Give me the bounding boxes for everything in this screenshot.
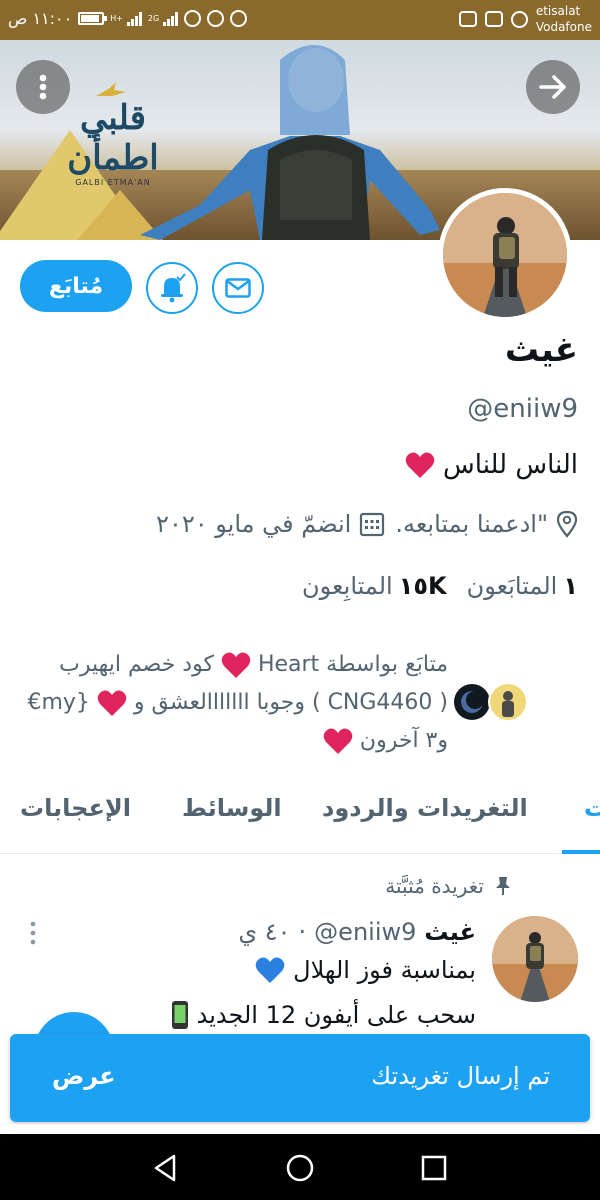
followers-count: ١٥K (398, 572, 447, 600)
mini-avatar (452, 682, 492, 722)
bio: الناس للناس (405, 450, 578, 480)
status-bar-left: ١١:٠٠ ص H+ 2G (8, 9, 248, 28)
pinned-label: تغريدة مُثبَّتة (385, 874, 512, 898)
avatar-image (443, 193, 567, 317)
heart-icon (323, 728, 353, 754)
tweet-text-1: بمناسبة فوز الهلال (293, 956, 476, 984)
more-vertical-icon (39, 74, 47, 100)
bell-check-icon (161, 273, 186, 303)
location: "ادعمنا بمتابعه. (395, 510, 578, 538)
pin-icon (496, 877, 510, 895)
more-options-button[interactable] (16, 60, 70, 114)
following-button[interactable]: مُتابَع (20, 260, 132, 312)
toast-message: تم إرسال تغريدتك (371, 1062, 550, 1090)
home-circle-icon[interactable] (284, 1152, 316, 1184)
network-type-1: H+ (110, 13, 123, 23)
followed-by-text-5: و٣ آخرون (359, 728, 448, 753)
back-button[interactable] (526, 60, 580, 114)
followers-label: المتابِعون (302, 572, 393, 600)
display-name: غيث (504, 330, 578, 370)
tweet-text-2: سحب على أيفون 12 الجديد (196, 1001, 476, 1029)
tab-tweets-replies[interactable]: التغريدات والردود (322, 794, 528, 822)
back-triangle-icon[interactable] (150, 1152, 182, 1184)
tweet-text-line-1: بمناسبة فوز الهلال (255, 956, 476, 984)
status-bar: ١١:٠٠ ص H+ 2G etisalat Vodafone (0, 0, 600, 40)
gallery-icon (458, 11, 477, 27)
join-date: انضمّ في مايو ٢٠٢٠ (156, 510, 385, 538)
carrier-2: Vodafone (535, 20, 592, 34)
banner-person-image (140, 45, 440, 240)
user-handle: @eniiw9 (467, 394, 578, 424)
heart-icon (221, 652, 251, 678)
tweet-author-handle: @eniiw9 (314, 918, 417, 946)
calendar-icon (360, 512, 385, 537)
heart-icon (97, 690, 127, 716)
followed-by[interactable]: متابَع بواسطة Heart كود خصم ايهيرب ( CNG… (0, 646, 448, 760)
phone-icon (171, 1001, 188, 1029)
followed-by-avatars (452, 682, 528, 722)
location-text[interactable]: "ادعمنا بمتابعه. (395, 510, 548, 538)
signal-icon (126, 11, 142, 26)
recents-square-icon[interactable] (418, 1152, 450, 1184)
profile-avatar[interactable] (438, 188, 572, 322)
tweet-header: غيث @eniiw9 · ٤٠ ي (238, 918, 476, 946)
following-label: المتابَعون (466, 572, 558, 600)
battery-icon (78, 12, 108, 25)
following-stat[interactable]: ١المتابَعون (467, 572, 578, 600)
alarm-icon (207, 10, 225, 27)
carrier-info: etisalat Vodafone (536, 3, 592, 35)
followed-by-text-2: كود خصم ايهيرب (59, 652, 214, 677)
eye-icon (184, 10, 202, 27)
more-vertical-icon[interactable] (28, 920, 38, 946)
followed-by-text-4: {my€ (27, 690, 90, 715)
followed-by-line-1: متابَع بواسطة Heart كود خصم ايهيرب (0, 646, 448, 684)
tab-likes[interactable]: الإعجابات (20, 794, 131, 822)
follow-stats: ١المتابَعون ١٥Kالمتابِعون (302, 572, 578, 600)
avatar-image (492, 916, 578, 1002)
following-count: ١ (563, 572, 578, 600)
heart-icon (405, 452, 435, 478)
notifications-button[interactable] (146, 262, 198, 314)
profile-tabs: ت التغريدات والردود الوسائط الإعجابات (0, 766, 600, 854)
followed-by-line-3: و٣ آخرون (0, 722, 448, 760)
arrow-right-icon (539, 75, 566, 99)
blue-heart-icon (255, 957, 285, 983)
message-icon (484, 11, 503, 27)
android-nav-bar (0, 1134, 600, 1200)
whatsapp-icon (510, 10, 528, 28)
mini-avatar (488, 682, 528, 722)
join-date-text: انضمّ في مايو ٢٠٢٠ (156, 510, 352, 538)
content-peek (0, 1124, 600, 1134)
followed-by-text-1: متابَع بواسطة Heart (257, 652, 448, 677)
toast-view-button[interactable]: عرض (52, 1062, 116, 1090)
message-button[interactable] (212, 262, 264, 314)
tweet-avatar[interactable] (492, 916, 578, 1002)
status-bar-right: etisalat Vodafone (458, 3, 592, 35)
profile-meta: "ادعمنا بمتابعه. انضمّ في مايو ٢٠٢٠ (156, 510, 578, 538)
bio-text: الناس للناس (443, 450, 578, 480)
location-pin-icon (556, 510, 578, 538)
followers-stat[interactable]: ١٥Kالمتابِعون (302, 572, 447, 600)
tweet-text-line-2: سحب على أيفون 12 الجديد (171, 1000, 476, 1030)
signal-icon (163, 11, 179, 26)
followed-by-line-2: ( CNG4460 ) وجوبا ااااااالعشق و {my€ (0, 684, 448, 722)
active-tab-indicator (562, 850, 600, 854)
network-type-2: 2G (147, 13, 160, 23)
tweet-separator: · (298, 918, 307, 946)
tab-tweets[interactable]: ت (584, 794, 600, 822)
mail-icon (225, 278, 251, 298)
tweet-author-name[interactable]: غيث (424, 918, 476, 946)
followed-by-text-3: ( CNG4460 ) وجوبا ااااااالعشق و (133, 690, 448, 715)
headset-icon (230, 10, 248, 27)
sent-toast: تم إرسال تغريدتك عرض (10, 1034, 590, 1122)
carrier-1: etisalat (535, 4, 581, 18)
pinned-text: تغريدة مُثبَّتة (385, 874, 484, 898)
clock: ١١:٠٠ ص (8, 9, 73, 28)
tab-media[interactable]: الوسائط (182, 794, 282, 822)
tweet-time: ٤٠ ي (238, 918, 291, 946)
